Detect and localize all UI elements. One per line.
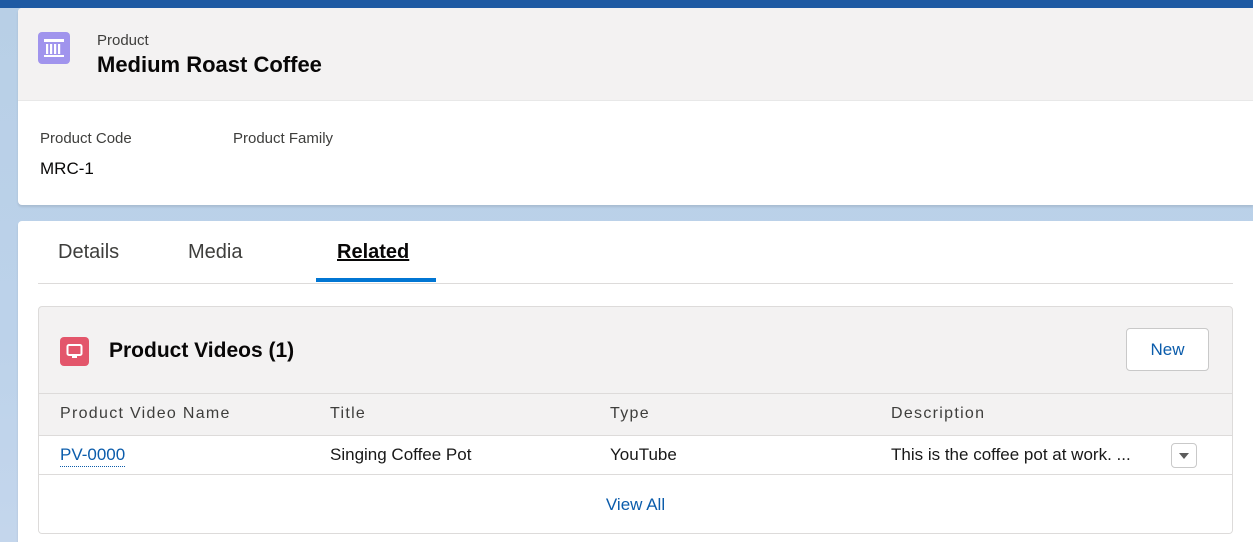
field-label: Product Code — [40, 130, 132, 147]
related-list-table: Product Video Name Title Type Descriptio… — [39, 393, 1232, 533]
related-list-header: Product Videos (1) New — [39, 307, 1232, 393]
related-list-title: Product Videos (1) — [109, 339, 295, 362]
new-button[interactable]: New — [1126, 328, 1209, 371]
tab-related[interactable]: Related — [337, 241, 409, 283]
column-header-name[interactable]: Product Video Name — [60, 405, 231, 423]
product-icon — [38, 32, 70, 64]
table-row: PV-0000 Singing Coffee Pot YouTube This … — [39, 436, 1232, 475]
cell-description: This is the coffee pot at work. ... — [891, 445, 1131, 464]
cell-title: Singing Coffee Pot — [330, 445, 472, 464]
view-all-link[interactable]: View All — [39, 475, 1232, 533]
record-header: Product Medium Roast Coffee Product Code… — [18, 8, 1253, 205]
tab-bar: Details Media Related — [38, 221, 1233, 284]
page-title: Medium Roast Coffee — [97, 52, 322, 77]
chevron-down-icon — [1179, 452, 1189, 459]
column-header-title[interactable]: Title — [330, 405, 366, 423]
object-type-label: Product — [97, 32, 149, 49]
record-header-top: Product Medium Roast Coffee — [18, 8, 1253, 101]
row-actions-button[interactable] — [1171, 443, 1197, 468]
column-header-type[interactable]: Type — [610, 405, 650, 423]
column-header-description[interactable]: Description — [891, 405, 985, 423]
record-link[interactable]: PV-0000 — [60, 445, 126, 467]
field-product-code: Product Code MRC-1 — [40, 130, 132, 179]
tab-media[interactable]: Media — [188, 241, 242, 283]
related-list-product-videos: Product Videos (1) New Product Video Nam… — [38, 306, 1233, 534]
cell-type: YouTube — [610, 445, 677, 464]
main-panel: Details Media Related Product Videos (1)… — [18, 221, 1253, 542]
top-border — [0, 0, 1253, 8]
tab-details[interactable]: Details — [58, 241, 119, 283]
field-value: MRC-1 — [40, 159, 94, 178]
field-product-family: Product Family — [233, 130, 333, 159]
product-video-icon — [60, 337, 89, 366]
field-label: Product Family — [233, 130, 334, 147]
active-tab-indicator — [316, 278, 436, 282]
table-header: Product Video Name Title Type Descriptio… — [39, 393, 1232, 436]
